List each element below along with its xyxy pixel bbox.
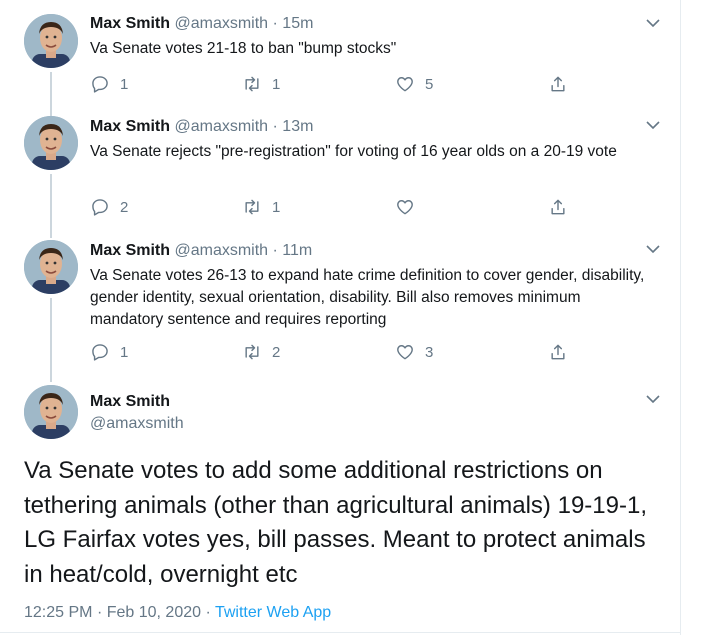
timeline-border [680,0,681,635]
tweet-source-link[interactable]: Twitter Web App [215,604,331,621]
separator: · [96,604,103,621]
main-tweet: Max Smith @amaxsmith Va Senate votes to … [0,0,680,632]
author-handle[interactable]: @amaxsmith [90,414,184,434]
divider [0,632,680,633]
avatar[interactable] [24,385,78,439]
author-name[interactable]: Max Smith [90,392,170,412]
tweet-thread: Max Smith @amaxsmith · 15m Va Senate vot… [0,0,701,635]
tweet-time[interactable]: 12:25 PM [24,604,92,621]
chevron-down-icon[interactable] [644,390,662,408]
separator: · [205,604,211,621]
tweet-meta: 12:25 PM · Feb 10, 2020 · Twitter Web Ap… [24,603,331,623]
main-tweet-text: Va Senate votes to add some additional r… [24,457,647,588]
tweet-date[interactable]: Feb 10, 2020 [107,604,201,621]
